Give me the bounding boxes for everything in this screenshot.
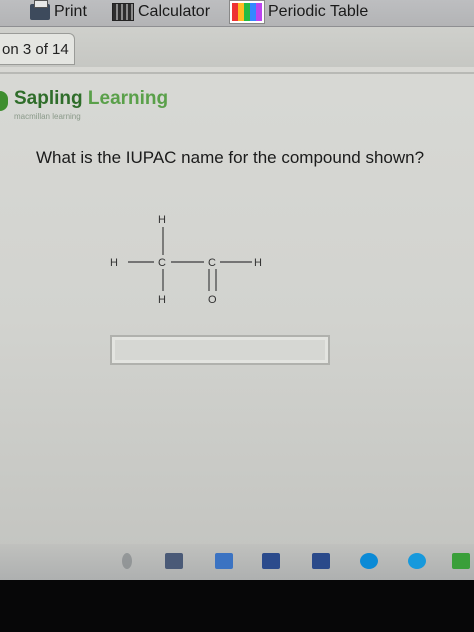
atom-h-top: H [158,214,166,226]
structure-diagram: H H C C H H O [110,214,262,306]
internet-explorer-icon[interactable] [360,553,378,569]
periodic-table-label: Periodic Table [268,3,369,20]
mail-icon[interactable] [312,553,330,569]
print-label: Print [54,3,87,20]
question-tab-label: on 3 of 14 [2,40,69,58]
content-divider [0,72,474,74]
print-button[interactable]: Print [30,0,87,24]
logo-word-learning: Learning [87,88,169,109]
periodic-table-icon [230,1,264,23]
task-view-icon[interactable] [165,553,183,569]
app-icon[interactable] [452,553,470,569]
calculator-label: Calculator [138,3,211,20]
top-toolbar: Print Calculator Periodic Table [0,0,474,27]
folder-icon[interactable] [215,553,233,569]
app-screen: Print Calculator Periodic Table on 3 of … [0,0,474,580]
atom-h-bottom: H [158,294,166,306]
atom-h-right: H [254,257,262,269]
logo-subtitle: macmillan learning [14,112,81,121]
atom-c1: C [158,257,166,269]
logo-text: Sapling Learning [14,88,168,110]
periodic-table-button[interactable]: Periodic Table [230,0,368,24]
atom-o: O [208,294,217,306]
logo-word-sapling: Sapling [14,88,83,109]
calculator-icon [112,3,134,21]
question-text: What is the IUPAC name for the compound … [36,148,425,167]
answer-input[interactable] [110,335,330,365]
atom-h-left: H [110,257,118,269]
screen-bezel [0,580,474,632]
atom-c2: C [208,257,216,269]
store-icon[interactable] [262,553,280,569]
question-tab[interactable]: on 3 of 14 [0,33,75,65]
mic-icon[interactable] [122,553,132,569]
calculator-button[interactable]: Calculator [112,0,210,24]
logo-mark-icon [0,91,8,111]
printer-icon [30,0,50,20]
tab-strip: on 3 of 14 [0,27,474,67]
taskbar [0,544,474,580]
edge-icon[interactable] [408,553,426,569]
